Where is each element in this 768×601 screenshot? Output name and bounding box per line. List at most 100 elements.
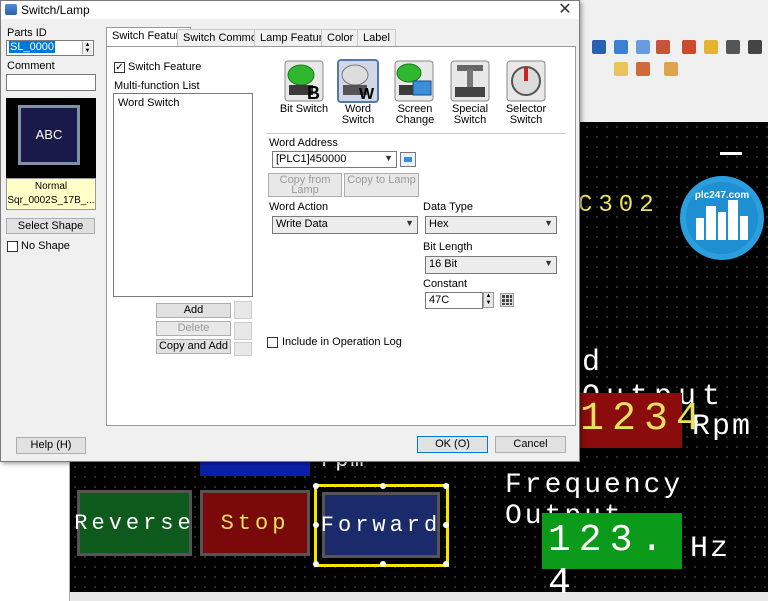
data-type-value: Hex: [429, 218, 449, 230]
close-button[interactable]: ✕: [555, 1, 575, 19]
list-item[interactable]: Word Switch: [118, 97, 180, 109]
no-shape-label: No Shape: [21, 240, 70, 252]
plc247-logo: plc247.com: [680, 176, 764, 260]
copy-to-lamp-button[interactable]: Copy to Lamp: [344, 173, 419, 197]
bit-switch-icon[interactable]: B: [283, 59, 325, 103]
switch-feature-label: Switch Feature: [128, 61, 202, 73]
toolbar-icon-5[interactable]: [682, 40, 696, 54]
parts-id-input[interactable]: SL_0000 ▲ ▼: [6, 40, 94, 56]
selector-switch-label: Selector Switch: [505, 103, 547, 126]
toolbar-icon-6[interactable]: [704, 40, 718, 54]
move-down-button[interactable]: [234, 322, 252, 340]
chevron-down-icon[interactable]: ▼: [405, 218, 414, 228]
speed-display: 1234: [578, 393, 700, 448]
logo-text: plc247.com: [694, 190, 750, 201]
word-switch-label: Word Switch: [341, 103, 375, 126]
move-button[interactable]: [234, 342, 252, 356]
keypad-icon[interactable]: [500, 293, 514, 307]
toolbar-icon-9[interactable]: [614, 62, 628, 76]
frequency-value: 123. 4: [548, 519, 672, 601]
toolbar-icon-7[interactable]: [726, 40, 740, 54]
parts-id-label: Parts ID: [7, 27, 47, 39]
address-keypad-icon[interactable]: [400, 152, 416, 167]
delete-button[interactable]: Delete: [156, 321, 231, 336]
resize-handle[interactable]: [443, 522, 449, 528]
special-switch-icon[interactable]: [449, 59, 491, 103]
resize-handle[interactable]: [443, 561, 449, 567]
constant-label: Constant: [423, 278, 468, 290]
constant-spinner[interactable]: ▲ ▼: [483, 292, 494, 308]
resize-handle[interactable]: [380, 561, 386, 567]
stop-button[interactable]: Stop: [200, 490, 310, 556]
resize-handle[interactable]: [380, 483, 386, 489]
special-switch-label: Special Switch: [451, 103, 489, 126]
help-button[interactable]: Help (H): [16, 437, 86, 454]
data-type-label: Data Type: [423, 201, 473, 213]
preview-state: Normal: [34, 181, 68, 192]
chevron-down-icon[interactable]: ▼: [384, 153, 393, 163]
word-address-input[interactable]: [PLC1]450000 ▼: [272, 151, 397, 168]
editor-toolbar: [552, 0, 768, 122]
svg-text:B: B: [307, 83, 320, 103]
tab-color[interactable]: Color: [321, 29, 360, 46]
toolbar-icon-4[interactable]: [656, 40, 670, 54]
cancel-button[interactable]: Cancel: [495, 436, 566, 453]
svg-text:W: W: [359, 86, 375, 103]
resize-handle[interactable]: [313, 522, 319, 528]
add-button[interactable]: Add: [156, 303, 231, 318]
hz-unit: Hz: [690, 532, 731, 566]
comment-label: Comment: [7, 60, 55, 72]
separator: [266, 133, 566, 134]
speed-value: 1234: [580, 397, 709, 442]
parts-id-value: SL_0000: [9, 41, 56, 53]
resize-handle[interactable]: [443, 483, 449, 489]
word-action-select[interactable]: Write Data ▼: [272, 216, 418, 234]
toolbar-icon-2[interactable]: [614, 40, 628, 54]
title-bar[interactable]: Switch/Lamp ✕: [1, 1, 579, 19]
selection-box[interactable]: [313, 483, 449, 567]
resize-handle[interactable]: [313, 561, 319, 567]
word-address-value: [PLC1]450000: [276, 153, 347, 165]
move-up-button[interactable]: [234, 301, 252, 319]
no-shape-checkbox[interactable]: [7, 241, 18, 252]
toolbar-icon-11[interactable]: [664, 62, 678, 76]
chevron-down-icon[interactable]: ▼: [544, 218, 553, 228]
preview-shape-name: Sqr_0002S_17B_...: [7, 195, 95, 206]
data-type-select[interactable]: Hex ▼: [425, 216, 557, 234]
reverse-button[interactable]: Reverse: [74, 490, 192, 556]
toolbar-icon-1[interactable]: [592, 40, 606, 54]
shape-preview: ABC: [6, 98, 96, 178]
ok-button[interactable]: OK (O): [417, 436, 488, 453]
word-switch-icon[interactable]: W: [337, 59, 379, 103]
word-action-value: Write Data: [276, 218, 328, 230]
preview-button: ABC: [18, 105, 80, 165]
copy-and-add-button[interactable]: Copy and Add: [156, 339, 231, 354]
bit-length-select[interactable]: 16 Bit ▼: [425, 256, 557, 274]
constant-input[interactable]: 47C: [425, 292, 483, 309]
comment-input[interactable]: [6, 74, 96, 91]
toolbar-icon-10[interactable]: [636, 62, 650, 76]
include-log-checkbox[interactable]: [267, 337, 278, 348]
chevron-down-icon[interactable]: ▼: [544, 258, 553, 268]
bit-length-label: Bit Length: [423, 241, 473, 253]
multi-function-list-label: Multi-function List: [114, 80, 200, 92]
dash-mark: [720, 152, 742, 155]
screen-change-icon[interactable]: [393, 59, 435, 103]
bit-switch-label: Bit Switch: [279, 103, 329, 115]
copy-from-lamp-button[interactable]: Copy from Lamp: [268, 173, 342, 197]
screen-change-label: Screen Change: [395, 103, 435, 126]
switch-lamp-dialog: Switch/Lamp ✕ Parts ID SL_0000 ▲ ▼ Commen…: [0, 0, 580, 462]
spin-buttons[interactable]: ▲ ▼: [82, 42, 92, 54]
resize-handle[interactable]: [313, 483, 319, 489]
switch-feature-checkbox[interactable]: ✓: [114, 62, 125, 73]
c302-label: C302: [578, 192, 660, 219]
toolbar-icon-3[interactable]: [636, 40, 650, 54]
tab-label[interactable]: Label: [357, 29, 396, 46]
include-log-label: Include in Operation Log: [282, 336, 402, 348]
multi-function-list[interactable]: Word Switch: [113, 93, 253, 297]
toolbar-icon-8[interactable]: [748, 40, 762, 54]
left-pane: [0, 462, 70, 601]
select-shape-button[interactable]: Select Shape: [6, 218, 95, 234]
dialog-title: Switch/Lamp: [21, 3, 90, 17]
selector-switch-icon[interactable]: [505, 59, 547, 103]
